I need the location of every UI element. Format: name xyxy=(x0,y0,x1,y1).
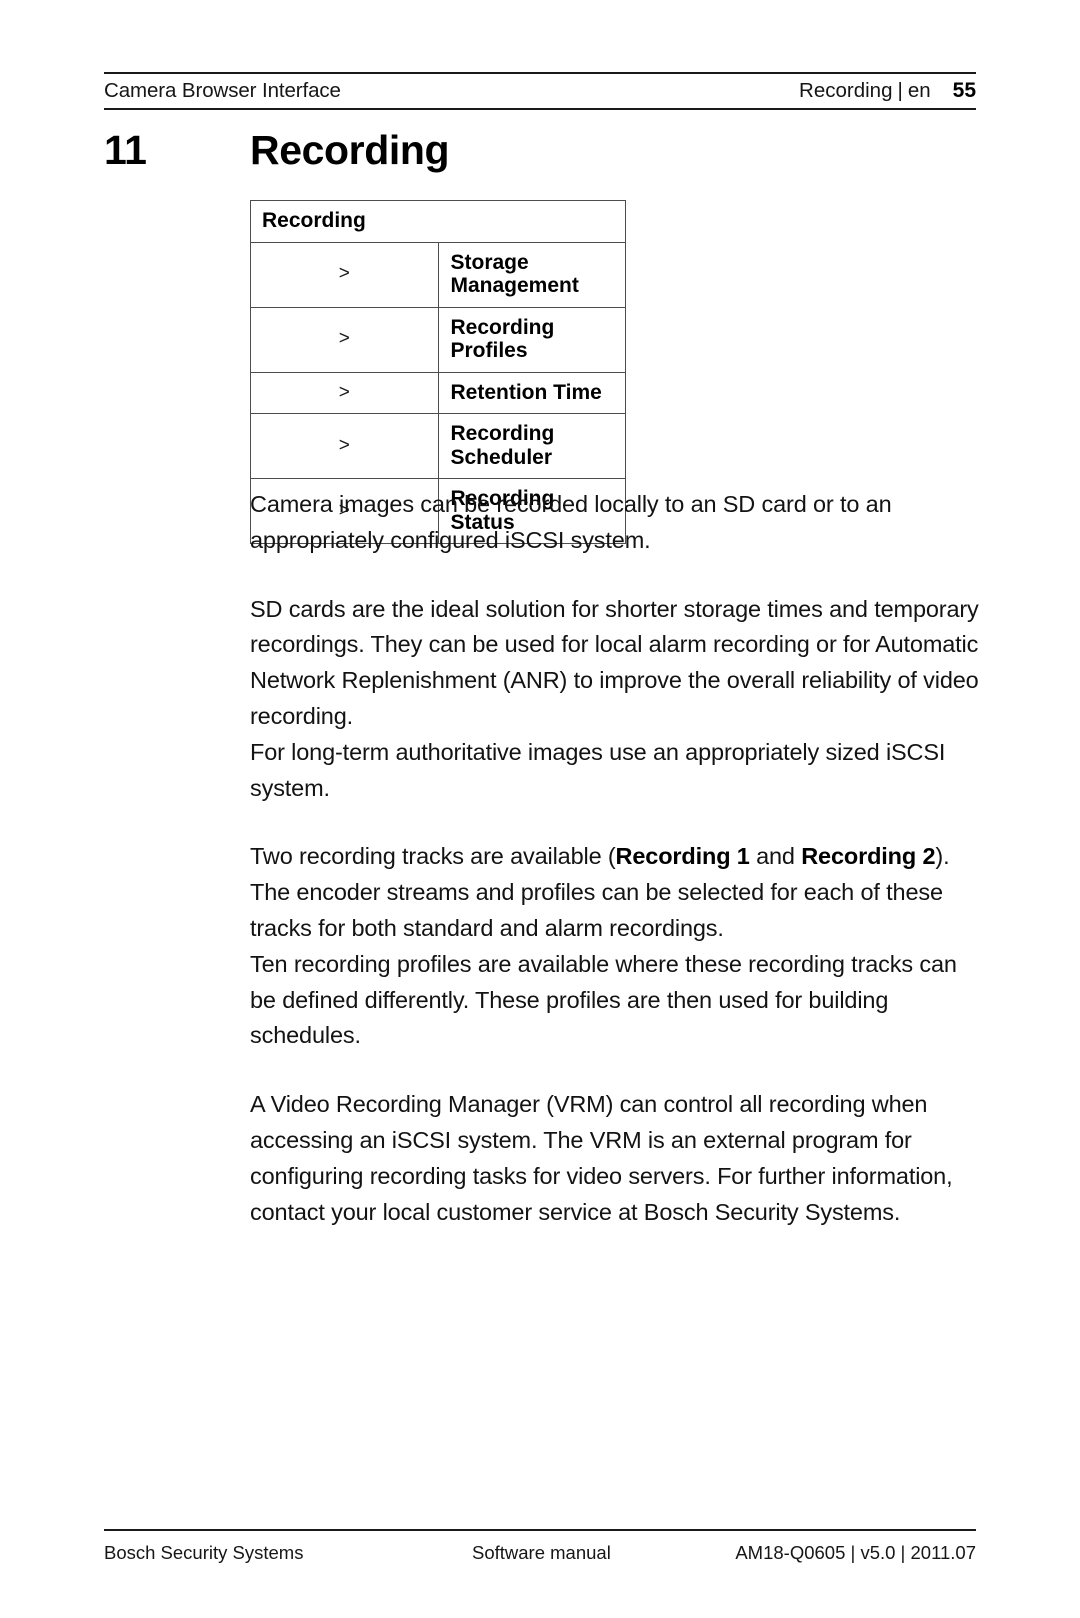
chapter-title-text: Recording xyxy=(250,127,450,173)
submenu-arrow-icon: > xyxy=(250,241,439,308)
submenu-arrow-icon: > xyxy=(250,306,439,373)
page-footer: Bosch Security Systems Software manual A… xyxy=(104,1529,976,1571)
page-title: 11 Recording xyxy=(104,127,976,174)
table-row[interactable]: > Retention Time xyxy=(250,371,626,415)
paragraph-3-part-2: and xyxy=(749,843,802,870)
table-row[interactable]: > Recording Scheduler xyxy=(250,413,626,480)
table-header-row: Recording xyxy=(250,200,626,243)
submenu-arrow-icon: > xyxy=(250,413,439,480)
table-row[interactable]: > Storage Management xyxy=(250,241,626,308)
page-header: Camera Browser Interface Recording | en … xyxy=(104,72,976,110)
header-page-number: 55 xyxy=(952,79,976,102)
footer-company: Bosch Security Systems xyxy=(104,1542,304,1563)
header-document-title: Camera Browser Interface xyxy=(104,79,341,102)
paragraph-3: Two recording tracks are available (Reco… xyxy=(250,839,980,1054)
submenu-arrow-icon: > xyxy=(250,371,439,415)
paragraph-1: Camera images can be recorded locally to… xyxy=(250,491,892,553)
menu-item-recording-scheduler[interactable]: Recording Scheduler xyxy=(437,413,626,480)
paragraph-4: A Video Recording Manager (VRM) can cont… xyxy=(250,1091,953,1225)
paragraph-3-part-3: ). The encoder streams and profiles can … xyxy=(250,843,957,1049)
paragraph-2: SD cards are the ideal solution for shor… xyxy=(250,595,979,801)
footer-document-type: Software manual xyxy=(472,1542,611,1563)
footer-document-id: AM18-Q0605 | v5.0 | 2011.07 xyxy=(735,1542,976,1563)
table-row[interactable]: > Recording Profiles xyxy=(250,306,626,373)
paragraph-3-bold-recording-2: Recording 2 xyxy=(801,843,936,870)
paragraph-3-bold-recording-1: Recording 1 xyxy=(615,843,750,870)
header-right-group: Recording | en 55 xyxy=(799,79,976,103)
header-chapter-name: Recording xyxy=(799,79,893,102)
menu-item-retention-time[interactable]: Retention Time xyxy=(437,371,626,415)
paragraph-3-part-1: Two recording tracks are available ( xyxy=(250,843,616,870)
header-separator: | xyxy=(897,79,903,102)
table-header-cell: Recording xyxy=(250,200,626,243)
body-content: Camera images can be recorded locally to… xyxy=(250,487,980,1230)
menu-item-recording-profiles[interactable]: Recording Profiles xyxy=(437,306,626,373)
header-language: en xyxy=(907,79,931,102)
menu-item-storage-management[interactable]: Storage Management xyxy=(437,241,626,308)
document-page: Camera Browser Interface Recording | en … xyxy=(0,0,1080,1618)
chapter-number: 11 xyxy=(104,127,147,173)
